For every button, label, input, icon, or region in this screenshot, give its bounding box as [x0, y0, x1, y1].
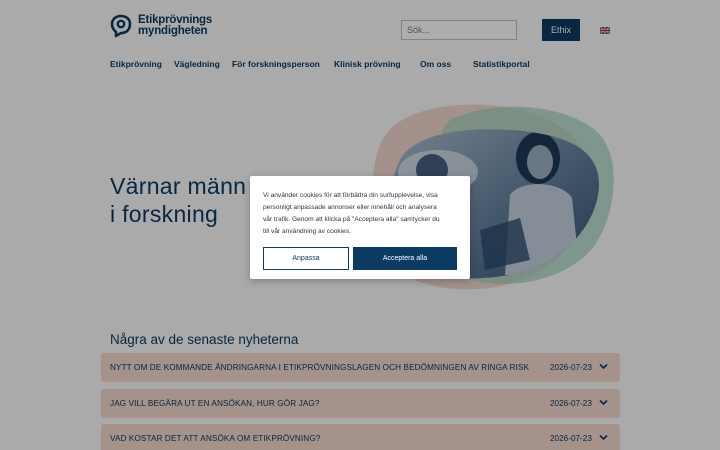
cookie-text-line-2: personligt anpassade annonser eller inne… [263, 204, 437, 211]
cookie-text-line-3: vår trafik. Genom att klicka på "Accepte… [263, 216, 440, 223]
cookie-text-line-4: till vår användning av cookies. [263, 228, 351, 235]
customize-button[interactable]: Anpassa [263, 247, 349, 270]
cookie-consent-text: Vi använder cookies för att förbättra di… [263, 190, 459, 238]
cookie-text-line-1: Vi använder cookies för att förbättra di… [263, 192, 438, 199]
cookie-consent-dialog: Vi använder cookies för att förbättra di… [250, 176, 470, 279]
accept-all-button[interactable]: Acceptera alla [353, 247, 457, 270]
